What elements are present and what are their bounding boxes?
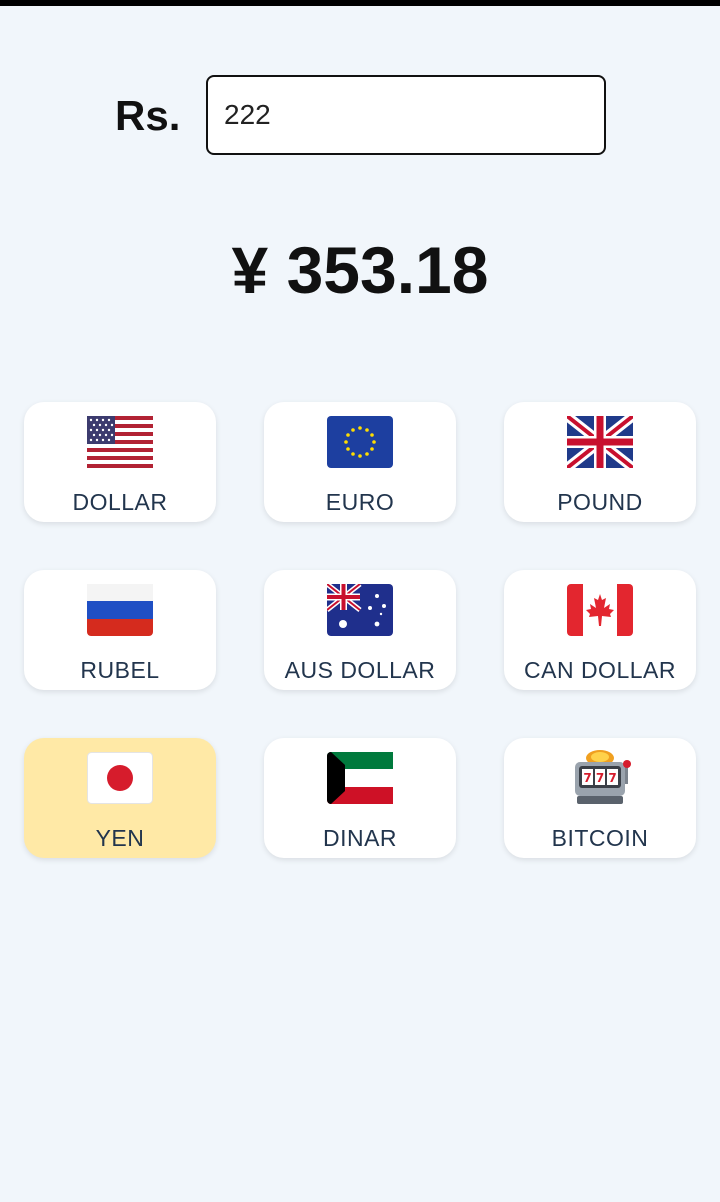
currency-button-pound[interactable]: POUND bbox=[504, 402, 696, 522]
converted-amount: ¥ 353.18 bbox=[231, 233, 489, 307]
amount-input-row: Rs. bbox=[0, 75, 720, 155]
svg-text:7: 7 bbox=[596, 771, 604, 785]
currency-label: EURO bbox=[325, 489, 395, 515]
amount-input[interactable] bbox=[206, 75, 606, 155]
currency-button-dollar[interactable]: DOLLAR bbox=[24, 402, 216, 522]
status-bar bbox=[0, 0, 720, 6]
svg-text:7: 7 bbox=[583, 771, 591, 785]
kuwait-flag-icon bbox=[264, 750, 456, 806]
uk-flag-icon bbox=[504, 414, 696, 470]
currency-button-euro[interactable]: EURO bbox=[264, 402, 456, 522]
us-flag-icon bbox=[24, 414, 216, 470]
svg-text:7: 7 bbox=[608, 771, 616, 785]
currency-button-aus-dollar[interactable]: AUS DOLLAR bbox=[264, 570, 456, 690]
currency-label: DINAR bbox=[322, 825, 398, 851]
currency-button-rubel[interactable]: RUBEL bbox=[24, 570, 216, 690]
currency-label: POUND bbox=[557, 489, 643, 515]
currency-button-yen[interactable]: YEN bbox=[24, 738, 216, 858]
currency-label: BITCOIN bbox=[551, 825, 649, 851]
australia-flag-icon bbox=[264, 582, 456, 638]
currency-label: AUS DOLLAR bbox=[284, 657, 436, 683]
currency-button-bitcoin[interactable]: 7 7 7 BITCOIN bbox=[504, 738, 696, 858]
source-currency-label: Rs. bbox=[115, 92, 181, 139]
currency-button-can-dollar[interactable]: CAN DOLLAR bbox=[504, 570, 696, 690]
japan-flag-icon bbox=[24, 750, 216, 806]
currency-label: CAN DOLLAR bbox=[524, 657, 676, 683]
eu-flag-icon bbox=[264, 414, 456, 470]
russia-flag-icon bbox=[24, 582, 216, 638]
currency-label: YEN bbox=[95, 825, 145, 851]
currency-button-dinar[interactable]: DINAR bbox=[264, 738, 456, 858]
canada-flag-icon bbox=[504, 582, 696, 638]
slot-machine-icon: 7 7 7 bbox=[504, 750, 696, 806]
currency-label: RUBEL bbox=[80, 657, 160, 683]
currency-label: DOLLAR bbox=[72, 489, 168, 515]
